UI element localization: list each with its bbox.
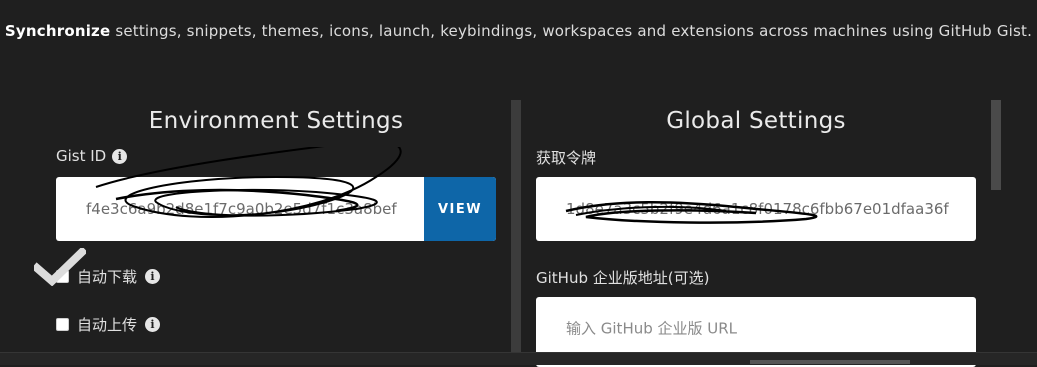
intro-text: Synchronize settings, snippets, themes, … <box>0 22 1037 41</box>
enterprise-url-label: GitHub 企业版地址(可选) <box>536 267 709 288</box>
token-value: 1d8e7a3c5b2f9e4d6a1c8f0178c6fbb67e01dfaa… <box>566 200 949 218</box>
gist-id-field[interactable]: f4e3c6a9b2d8e1f7c9a0b2e5d7f1c3a8bef VIEW <box>56 147 496 241</box>
gist-id-value: f4e3c6a9b2d8e1f7c9a0b2e5d7f1c3a8bef <box>86 200 397 218</box>
panel-divider <box>511 100 521 364</box>
token-label-text: 获取令牌 <box>536 149 597 167</box>
info-icon[interactable]: i <box>145 317 161 332</box>
auto-upload-checkbox[interactable] <box>56 318 69 331</box>
bottom-bar-highlight <box>750 360 910 364</box>
environment-settings-heading: Environment Settings <box>148 108 404 134</box>
info-icon[interactable]: i <box>112 148 128 164</box>
checkmark-icon <box>34 248 86 286</box>
redaction-scribble <box>95 147 402 218</box>
gist-id-label: Gist ID i <box>56 147 128 165</box>
intro-bold: Synchronize <box>4 22 111 40</box>
scrollbar[interactable] <box>991 100 1001 190</box>
info-icon[interactable]: i <box>145 269 161 284</box>
token-field[interactable]: 1d8e7a3c5b2f9e4d6a1c8f0178c6fbb67e01dfaa… <box>536 177 976 241</box>
auto-upload-label: 自动上传 <box>77 316 138 334</box>
auto-upload-row[interactable]: 自动上传 i <box>56 314 161 335</box>
global-settings-heading: Global Settings <box>666 108 846 134</box>
intro-rest: settings, snippets, themes, icons, launc… <box>110 22 1033 40</box>
enterprise-url-placeholder: 输入 GitHub 企业版 URL <box>566 319 738 338</box>
enterprise-url-label-text: GitHub 企业版地址(可选) <box>536 269 710 287</box>
view-button[interactable]: VIEW <box>424 177 496 241</box>
token-label: 获取令牌 <box>536 147 596 168</box>
auto-download-label: 自动下载 <box>77 268 138 286</box>
gist-id-label-text: Gist ID <box>56 147 107 165</box>
